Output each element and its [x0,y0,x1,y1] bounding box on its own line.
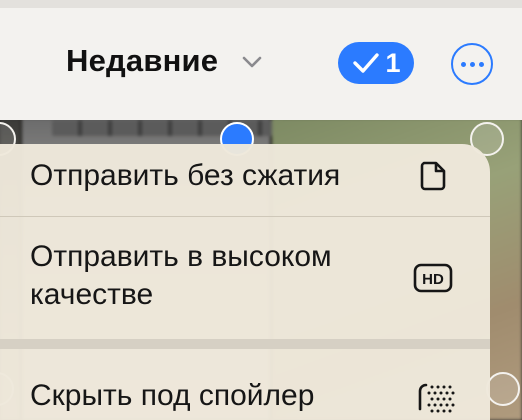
menu-item-send-hd[interactable]: Отправить в высоком качестве HD [0,217,490,339]
album-title[interactable]: Недавние [66,43,218,79]
selection-circle[interactable] [486,372,520,406]
hd-icon: HD [413,263,453,293]
svg-text:HD: HD [422,271,444,288]
document-icon [420,161,446,191]
checkmark-icon [353,53,380,73]
ellipsis-circle-icon [460,61,466,67]
chevron-down-icon[interactable] [240,54,264,70]
menu-item-label: Скрыть под спойлер [30,379,315,412]
menu-item-send-uncompressed[interactable]: Отправить без сжатия [0,144,490,216]
gallery-header: Недавние 1 [0,0,522,120]
menu-section-separator [0,339,490,349]
menu-item-hide-spoiler[interactable]: Скрыть под спойлер [0,349,490,420]
menu-item-label: Отправить без сжатия [30,159,341,192]
spoiler-dots-icon [418,383,455,413]
selected-count-badge[interactable]: 1 [338,42,414,84]
more-options-button[interactable] [451,43,493,85]
menu-item-label: Отправить в высоком качестве [30,240,332,311]
send-options-menu: Отправить без сжатия Отправить в высоком… [0,144,490,420]
header-top-edge [0,0,522,8]
selected-count: 1 [385,47,401,78]
